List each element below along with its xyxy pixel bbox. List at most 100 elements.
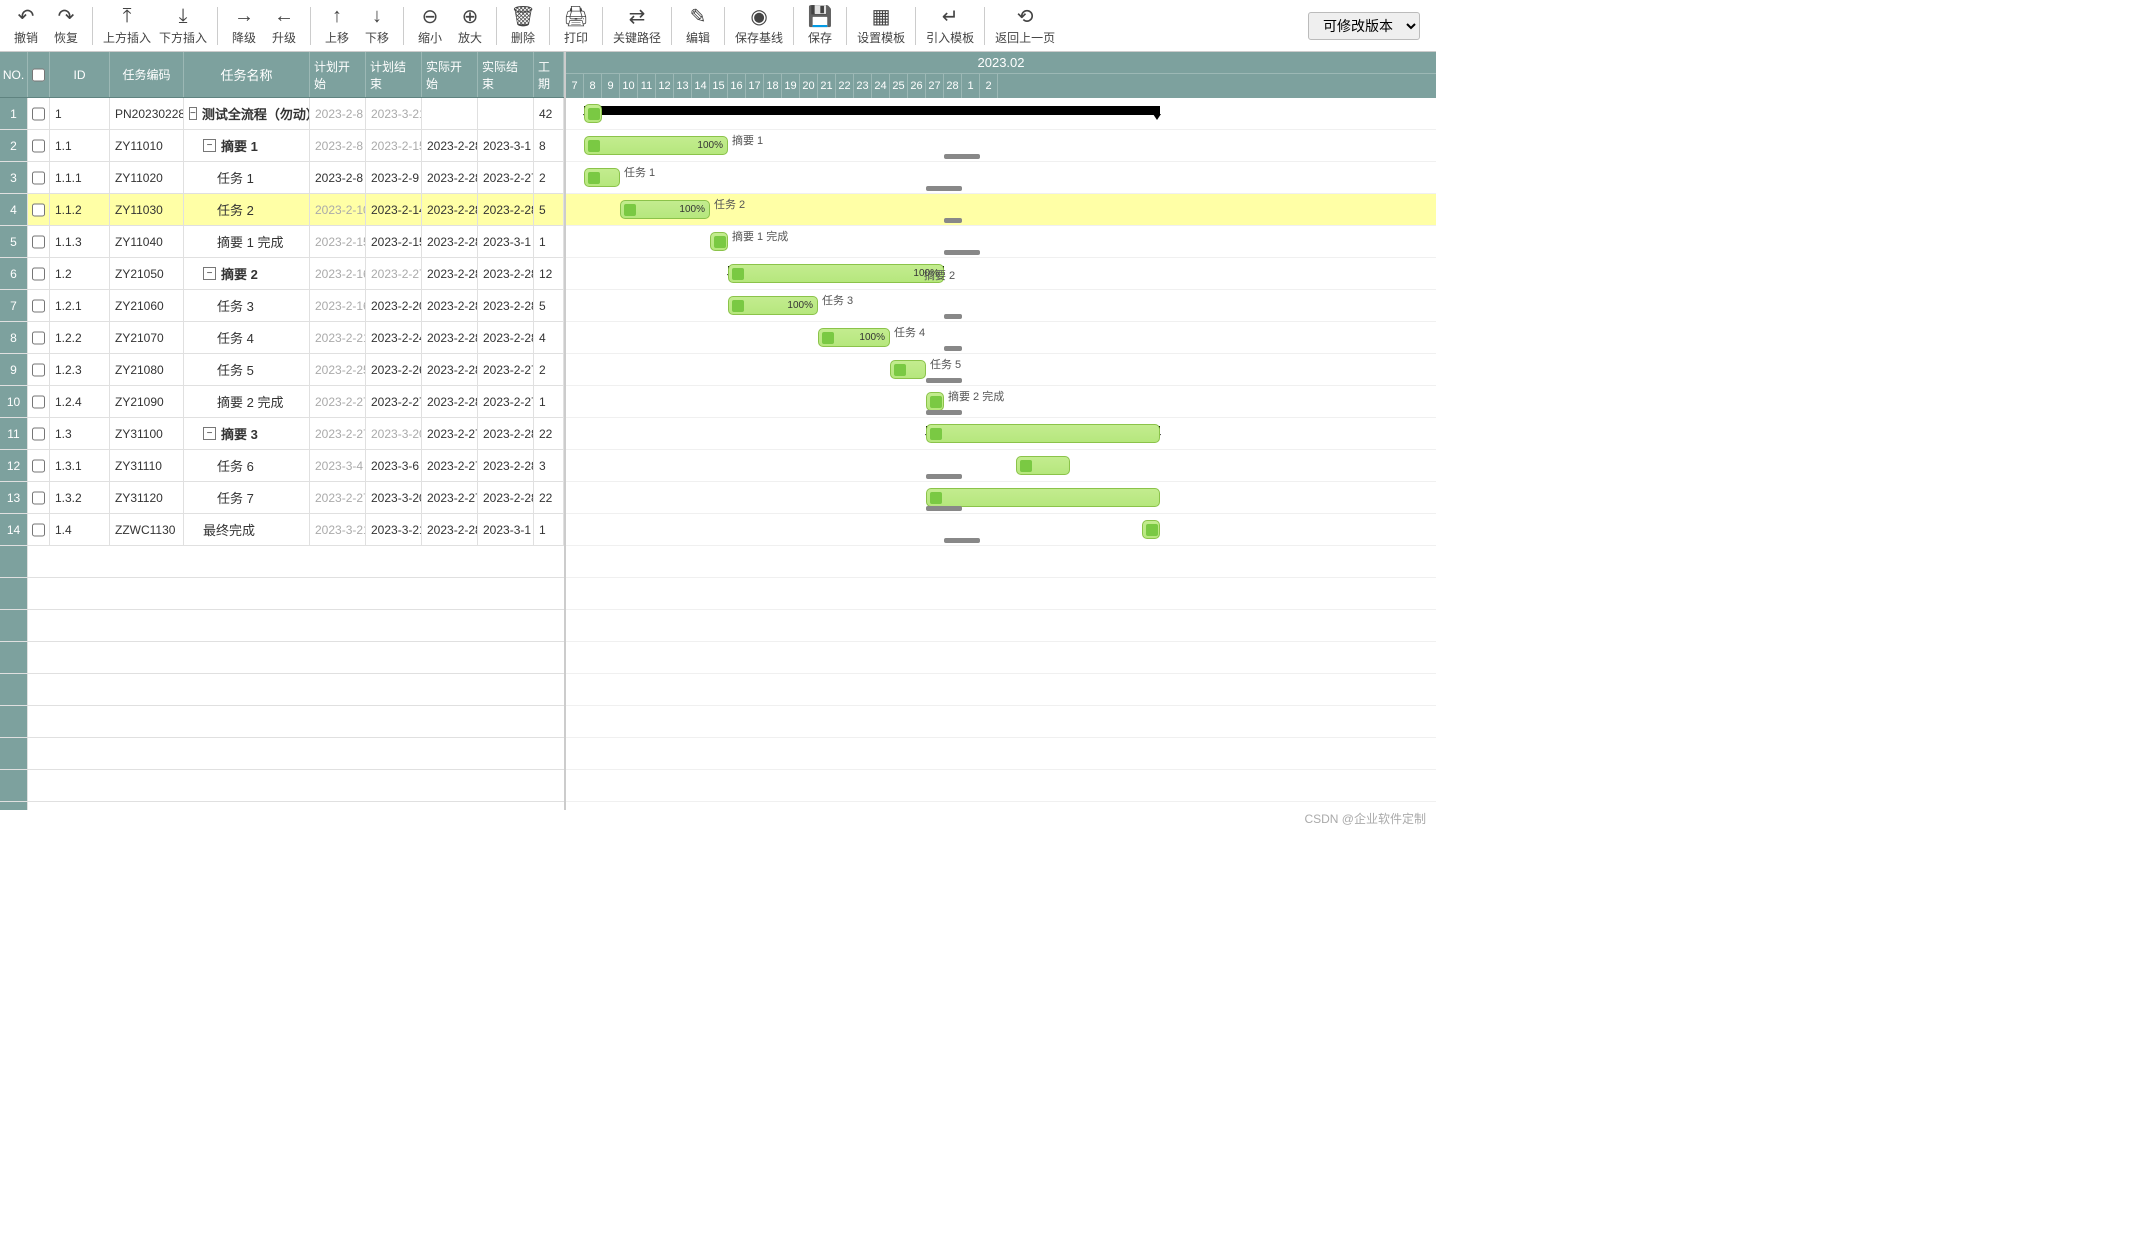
cell[interactable]: 3 (534, 450, 564, 481)
cell[interactable]: 2023-2-28 (422, 258, 478, 289)
save-button[interactable]: 💾保存 (800, 2, 840, 50)
cell[interactable]: 2023-2-24 (366, 322, 422, 353)
move-down-button[interactable]: ↓下移 (357, 2, 397, 50)
cell[interactable]: 2023-2-27 (478, 354, 534, 385)
back-button[interactable]: ⟲返回上一页 (991, 2, 1059, 50)
cell[interactable]: ZY21080 (110, 354, 184, 385)
cell[interactable]: 2023-2-28 (478, 418, 534, 449)
row-checkbox[interactable] (28, 322, 50, 353)
header-code[interactable]: 任务编码 (110, 52, 184, 97)
header-id[interactable]: ID (50, 52, 110, 97)
cell[interactable]: 2023-2-16 (310, 258, 366, 289)
delete-button[interactable]: 🗑删除 (503, 2, 543, 50)
row-checkbox[interactable] (28, 514, 50, 545)
cell[interactable]: ZY31110 (110, 450, 184, 481)
cell[interactable]: 22 (534, 418, 564, 449)
gantt-task-bar[interactable]: 100% (584, 136, 728, 155)
cell[interactable]: 2023-2-14 (366, 194, 422, 225)
cell[interactable]: 5 (534, 194, 564, 225)
table-row[interactable]: 121.3.1ZY31110任务 62023-3-42023-3-62023-2… (0, 450, 564, 482)
table-row[interactable]: 31.1.1ZY11020任务 12023-2-82023-2-92023-2-… (0, 162, 564, 194)
gantt-day-header[interactable]: 18 (764, 74, 782, 98)
cell[interactable]: ZY11030 (110, 194, 184, 225)
cell[interactable]: ZY21090 (110, 386, 184, 417)
gantt-row[interactable]: 摘要 2 完成 (566, 386, 1436, 418)
cell[interactable]: 2023-2-15 (366, 130, 422, 161)
task-name-cell[interactable]: 摘要 1 完成 (184, 226, 310, 257)
gantt-task-bar[interactable] (710, 232, 728, 251)
row-checkbox[interactable] (28, 194, 50, 225)
task-name-cell[interactable]: 任务 6 (184, 450, 310, 481)
cell[interactable]: 1.2 (50, 258, 110, 289)
gantt-day-header[interactable]: 8 (584, 74, 602, 98)
task-name-cell[interactable]: −摘要 3 (184, 418, 310, 449)
cell[interactable]: 2023-2-28 (422, 194, 478, 225)
cell[interactable]: 2023-2-16 (310, 290, 366, 321)
gantt-row[interactable] (566, 418, 1436, 450)
cell[interactable]: 2023-2-28 (478, 290, 534, 321)
cell[interactable]: 42 (534, 98, 564, 129)
gantt-row[interactable] (566, 514, 1436, 546)
header-no[interactable]: NO. (0, 52, 28, 97)
gantt-task-bar[interactable] (926, 488, 1160, 507)
expand-toggle-icon[interactable]: − (203, 267, 216, 280)
table-row[interactable]: 61.2ZY21050−摘要 22023-2-162023-2-272023-2… (0, 258, 564, 290)
cell[interactable]: PN2023022810 (110, 98, 184, 129)
task-name-cell[interactable]: 任务 7 (184, 482, 310, 513)
gantt-task-bar[interactable] (1016, 456, 1070, 475)
cell[interactable]: 2023-2-28 (478, 194, 534, 225)
gantt-row[interactable] (566, 642, 1436, 674)
task-name-cell[interactable]: 任务 3 (184, 290, 310, 321)
cell[interactable]: 4 (534, 322, 564, 353)
cell[interactable]: 2023-2-28 (422, 226, 478, 257)
cell[interactable]: ZY21050 (110, 258, 184, 289)
gantt-day-header[interactable]: 14 (692, 74, 710, 98)
gantt-day-header[interactable]: 11 (638, 74, 656, 98)
header-plan-start[interactable]: 计划开始 (310, 52, 366, 97)
cell[interactable]: 2023-2-15 (310, 226, 366, 257)
import-template-button[interactable]: ↵引入模板 (922, 2, 978, 50)
cell[interactable]: 1.3 (50, 418, 110, 449)
header-plan-end[interactable]: 计划结束 (366, 52, 422, 97)
gantt-row[interactable] (566, 706, 1436, 738)
cell[interactable]: 2023-2-28 (422, 322, 478, 353)
gantt-row[interactable]: 100%任务 2 (566, 194, 1436, 226)
gantt-row[interactable] (566, 738, 1436, 770)
cell[interactable]: 2023-2-27 (310, 482, 366, 513)
cell[interactable]: 2023-2-10 (310, 194, 366, 225)
cell[interactable]: 1.2.1 (50, 290, 110, 321)
gantt-row[interactable] (566, 578, 1436, 610)
header-duration[interactable]: 工期 (534, 52, 564, 97)
gantt-day-header[interactable]: 23 (854, 74, 872, 98)
cell[interactable]: ZY11020 (110, 162, 184, 193)
task-name-cell[interactable]: 摘要 2 完成 (184, 386, 310, 417)
cell[interactable]: 2023-2-28 (478, 450, 534, 481)
gantt-task-bar[interactable] (584, 168, 620, 187)
cell[interactable]: 5 (534, 290, 564, 321)
version-select[interactable]: 可修改版本 (1308, 12, 1420, 40)
gantt-day-header[interactable]: 15 (710, 74, 728, 98)
row-checkbox[interactable] (28, 450, 50, 481)
cell[interactable]: 2023-2-15 (366, 226, 422, 257)
gantt-row[interactable] (566, 98, 1436, 130)
cell[interactable]: 1.1.2 (50, 194, 110, 225)
cell[interactable]: 2023-3-21 (366, 98, 422, 129)
gantt-row[interactable] (566, 770, 1436, 802)
cell[interactable]: 2023-2-27 (478, 386, 534, 417)
table-row[interactable]: 51.1.3ZY11040摘要 1 完成2023-2-152023-2-1520… (0, 226, 564, 258)
row-checkbox[interactable] (28, 386, 50, 417)
cell[interactable]: 1.2.3 (50, 354, 110, 385)
gantt-row[interactable] (566, 802, 1436, 810)
cell[interactable]: 12 (534, 258, 564, 289)
cell[interactable]: 2 (534, 162, 564, 193)
cell[interactable]: 2023-2-28 (422, 162, 478, 193)
gantt-task-bar[interactable] (926, 392, 944, 411)
gantt-row[interactable]: 摘要 1 完成 (566, 226, 1436, 258)
table-row[interactable]: 41.1.2ZY11030任务 22023-2-102023-2-142023-… (0, 194, 564, 226)
gantt-day-header[interactable]: 10 (620, 74, 638, 98)
undo-button[interactable]: ↶撤销 (6, 2, 46, 50)
cell[interactable]: 1.4 (50, 514, 110, 545)
gantt-body[interactable]: 100%摘要 1任务 1100%任务 2摘要 1 完成100%100%任务 31… (566, 98, 1436, 810)
cell[interactable]: ZY21070 (110, 322, 184, 353)
gantt-day-header[interactable]: 26 (908, 74, 926, 98)
